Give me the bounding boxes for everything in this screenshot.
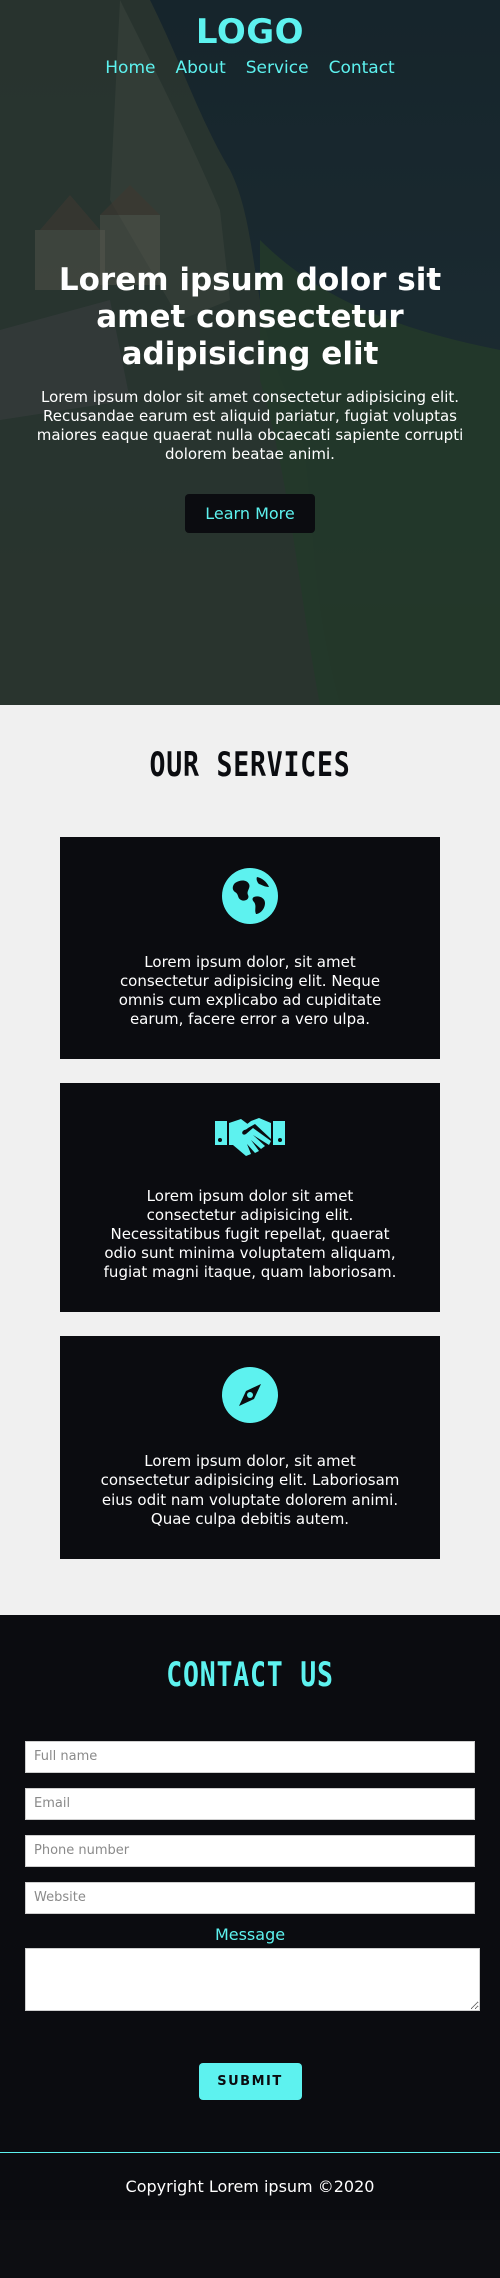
contact-section: CONTACT US Message SUBMIT bbox=[0, 1614, 500, 2152]
handshake-icon bbox=[215, 1118, 285, 1157]
phone-field[interactable] bbox=[25, 1834, 475, 1867]
submit-button[interactable]: SUBMIT bbox=[198, 2062, 302, 2100]
service-card-text: Lorem ipsum dolor sit amet consectetur a… bbox=[103, 1187, 397, 1282]
hero-title: Lorem ipsum dolor sit amet consectetur a… bbox=[58, 262, 442, 373]
learn-more-button[interactable]: Learn More bbox=[185, 493, 315, 533]
contact-title: CONTACT US bbox=[166, 1654, 334, 1695]
logo[interactable]: LOGO bbox=[0, 0, 500, 52]
hero-section: LOGO Home About Service Contact Lorem ip… bbox=[0, 0, 500, 705]
services-title: OUR SERVICES bbox=[149, 745, 351, 785]
message-textarea[interactable] bbox=[25, 1947, 480, 2011]
full-name-field[interactable] bbox=[25, 1740, 475, 1773]
compass-icon bbox=[222, 1367, 278, 1424]
message-label: Message bbox=[214, 1924, 286, 1944]
nav-link-contact[interactable]: Contact bbox=[329, 58, 395, 78]
service-card: Lorem ipsum dolor sit amet consectetur a… bbox=[60, 1083, 440, 1313]
service-card: Lorem ipsum dolor, sit amet consectetur … bbox=[60, 1336, 440, 1559]
main-nav: Home About Service Contact bbox=[0, 58, 500, 78]
nav-link-service[interactable]: Service bbox=[246, 58, 309, 78]
footer: Copyright Lorem ipsum ©2020 bbox=[0, 2151, 500, 2220]
website-field[interactable] bbox=[25, 1881, 475, 1914]
service-cards: Lorem ipsum dolor, sit amet consectetur … bbox=[0, 837, 500, 1559]
globe-icon bbox=[222, 868, 278, 924]
nav-link-home[interactable]: Home bbox=[105, 58, 155, 78]
service-card-text: Lorem ipsum dolor, sit amet consectetur … bbox=[118, 953, 382, 1029]
submit-wrapper: SUBMIT bbox=[25, 2062, 475, 2100]
hero-text: Lorem ipsum dolor sit amet consectetur a… bbox=[36, 387, 464, 463]
services-section: OUR SERVICES Lorem ipsum dolor, sit amet… bbox=[0, 705, 500, 1615]
contact-form: Message SUBMIT bbox=[0, 1740, 500, 2100]
nav-link-about[interactable]: About bbox=[175, 58, 225, 78]
service-card-text: Lorem ipsum dolor, sit amet consectetur … bbox=[100, 1452, 400, 1528]
email-field[interactable] bbox=[25, 1787, 475, 1820]
copyright-text: Copyright Lorem ipsum ©2020 bbox=[125, 2176, 375, 2196]
service-card: Lorem ipsum dolor, sit amet consectetur … bbox=[60, 837, 440, 1060]
